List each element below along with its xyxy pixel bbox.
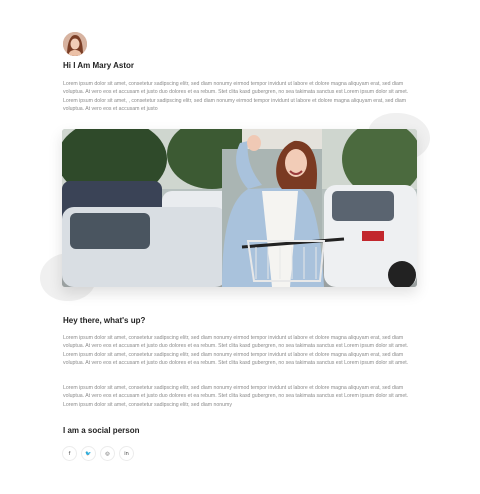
profile-greeting: Hi I Am Mary Astor xyxy=(63,61,134,70)
intro-text: Lorem ipsum dolor sit amet, consetetur s… xyxy=(63,81,409,113)
avatar-portrait xyxy=(63,32,87,56)
section-title-social: I am a social person xyxy=(63,426,140,435)
avatar xyxy=(63,32,87,56)
instagram-icon[interactable]: ◎ xyxy=(100,446,115,461)
twitter-icon[interactable]: 🐦 xyxy=(81,446,96,461)
section-title-whats-up: Hey there, what's up? xyxy=(63,316,146,325)
hero-photo xyxy=(62,129,417,287)
whats-up-paragraph-2: Lorem ipsum dolor sit amet, consetetur s… xyxy=(63,385,409,408)
linkedin-icon[interactable]: in xyxy=(119,446,134,461)
whats-up-paragraph-1: Lorem ipsum dolor sit amet, consetetur s… xyxy=(63,335,409,367)
social-links: f 🐦 ◎ in xyxy=(62,446,134,461)
facebook-icon[interactable]: f xyxy=(62,446,77,461)
